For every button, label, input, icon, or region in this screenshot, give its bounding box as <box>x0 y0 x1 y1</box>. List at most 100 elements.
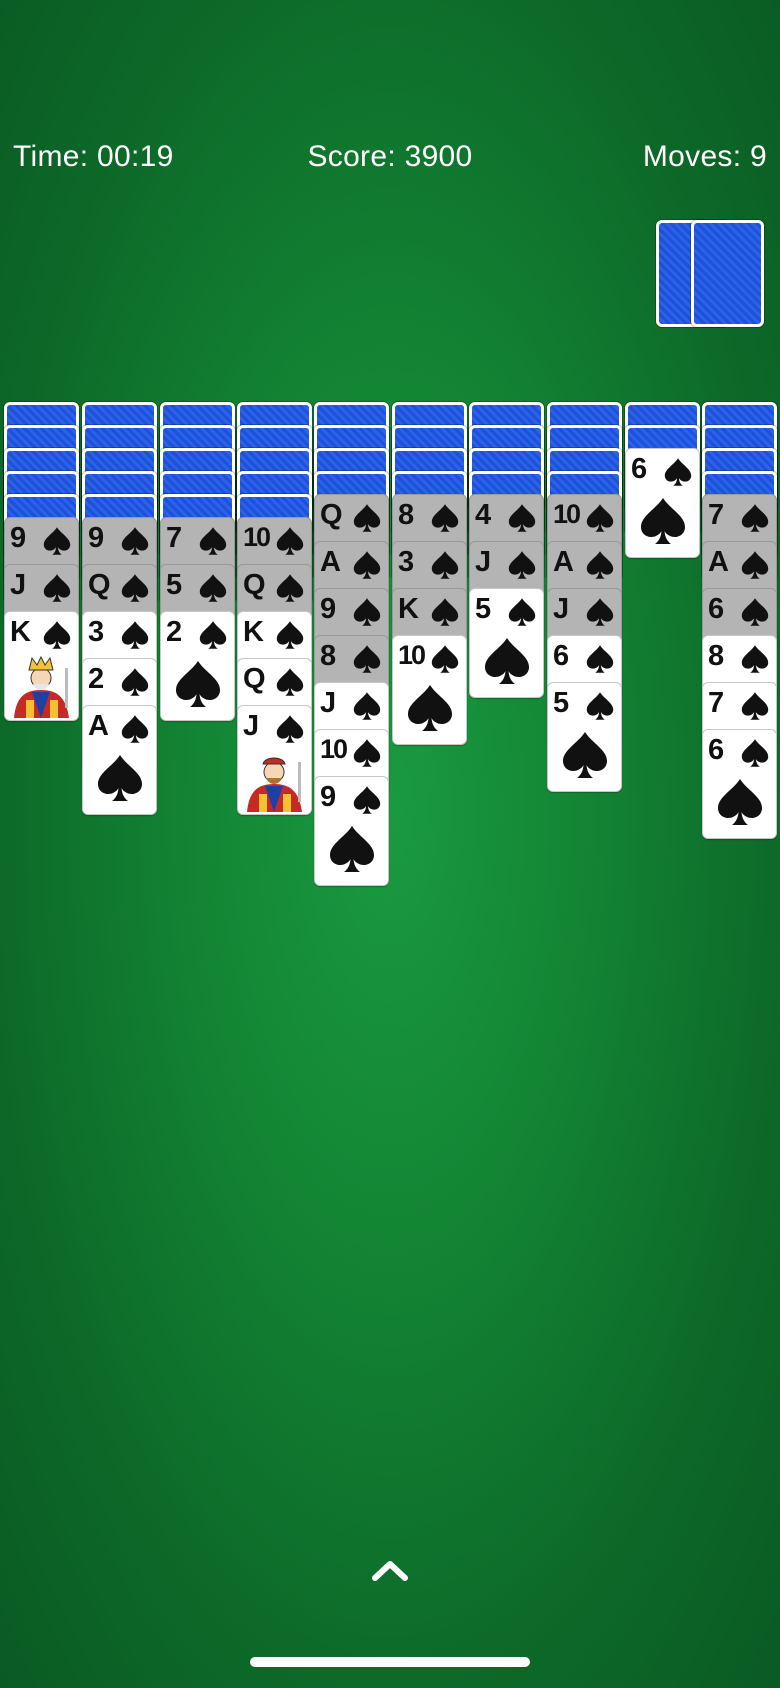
spade-icon <box>276 715 304 743</box>
spade-icon <box>741 598 769 626</box>
playing-card[interactable]: K <box>4 611 79 721</box>
playing-card[interactable]: A <box>82 705 157 815</box>
spade-icon <box>121 668 149 696</box>
playing-card[interactable]: 2 <box>160 611 235 721</box>
move-counter: Moves: 9 <box>642 140 767 173</box>
card-rank: 10 <box>553 499 581 529</box>
playing-card[interactable]: J <box>237 705 312 815</box>
playing-card[interactable]: 6 <box>702 729 777 839</box>
spade-icon <box>562 732 607 778</box>
spade-icon <box>199 527 227 555</box>
playing-card[interactable]: 6 <box>625 448 700 558</box>
spade-icon <box>353 692 381 720</box>
card-rank: 9 <box>320 781 337 813</box>
spade-icon <box>586 692 614 720</box>
spade-icon <box>121 621 149 649</box>
spade-icon <box>199 574 227 602</box>
card-rank: Q <box>88 569 111 601</box>
card-rank: 10 <box>243 522 271 552</box>
card-rank: 4 <box>475 499 492 531</box>
card-rank: Q <box>320 499 343 531</box>
spade-icon <box>586 645 614 673</box>
spade-icon <box>431 504 459 532</box>
card-rank: 6 <box>631 453 648 485</box>
spade-icon <box>121 527 149 555</box>
spade-icon <box>353 504 381 532</box>
stock-card-back[interactable] <box>691 220 764 327</box>
spade-icon <box>586 598 614 626</box>
spade-icon <box>717 779 762 825</box>
card-rank: 2 <box>166 616 183 648</box>
spade-icon <box>353 739 381 767</box>
card-rank: Q <box>243 569 266 601</box>
card-rank: A <box>553 546 574 578</box>
spade-icon <box>741 551 769 579</box>
spade-icon <box>353 645 381 673</box>
spade-icon <box>276 621 304 649</box>
spade-icon <box>121 715 149 743</box>
spade-icon <box>43 621 71 649</box>
card-rank: K <box>398 593 419 625</box>
spade-icon <box>741 739 769 767</box>
playing-card[interactable]: 5 <box>547 682 622 792</box>
home-indicator <box>250 1657 530 1667</box>
spade-icon <box>353 598 381 626</box>
card-rank: 9 <box>10 522 27 554</box>
card-rank: 2 <box>88 663 105 695</box>
card-rank: A <box>320 546 341 578</box>
card-rank: 3 <box>398 546 415 578</box>
card-rank: J <box>320 687 337 719</box>
playing-card[interactable]: 5 <box>469 588 544 698</box>
spade-icon <box>121 574 149 602</box>
card-rank: 8 <box>320 640 337 672</box>
card-rank: J <box>553 593 570 625</box>
king-portrait <box>14 656 69 718</box>
spade-icon <box>431 598 459 626</box>
spade-icon <box>640 498 685 544</box>
card-rank: 10 <box>320 734 348 764</box>
spade-icon <box>353 786 381 814</box>
card-rank: J <box>243 710 260 742</box>
playing-card[interactable]: 10 <box>392 635 467 745</box>
card-rank: J <box>10 569 27 601</box>
card-rank: 7 <box>166 522 183 554</box>
card-rank: 6 <box>553 640 570 672</box>
card-rank: K <box>243 616 264 648</box>
spade-icon <box>664 458 692 486</box>
spade-icon <box>431 551 459 579</box>
chevron-up-icon[interactable] <box>370 1557 410 1583</box>
spade-icon <box>741 504 769 532</box>
card-rank: 10 <box>398 640 426 670</box>
spade-icon <box>276 668 304 696</box>
card-rank: 7 <box>708 499 725 531</box>
spade-icon <box>329 826 374 872</box>
spade-icon <box>586 504 614 532</box>
card-rank: 9 <box>88 522 105 554</box>
spade-icon <box>431 645 459 673</box>
card-rank: 5 <box>166 569 183 601</box>
spade-icon <box>508 598 536 626</box>
card-rank: Q <box>243 663 266 695</box>
card-rank: 3 <box>88 616 105 648</box>
spade-icon <box>508 504 536 532</box>
spade-icon <box>484 638 529 684</box>
spade-icon <box>43 574 71 602</box>
playing-card[interactable]: 9 <box>314 776 389 886</box>
card-rank: 6 <box>708 734 725 766</box>
card-rank: J <box>475 546 492 578</box>
spade-icon <box>276 574 304 602</box>
spade-icon <box>353 551 381 579</box>
spade-icon <box>43 527 71 555</box>
card-rank: 9 <box>320 593 337 625</box>
card-rank: 6 <box>708 593 725 625</box>
jack-portrait <box>247 757 302 812</box>
card-rank: 5 <box>553 687 570 719</box>
spade-icon <box>741 645 769 673</box>
stock-pile[interactable] <box>656 220 764 329</box>
spade-icon <box>741 692 769 720</box>
card-rank: A <box>88 710 109 742</box>
spade-icon <box>586 551 614 579</box>
card-rank: K <box>10 616 31 648</box>
spade-icon <box>199 621 227 649</box>
card-rank: A <box>708 546 729 578</box>
